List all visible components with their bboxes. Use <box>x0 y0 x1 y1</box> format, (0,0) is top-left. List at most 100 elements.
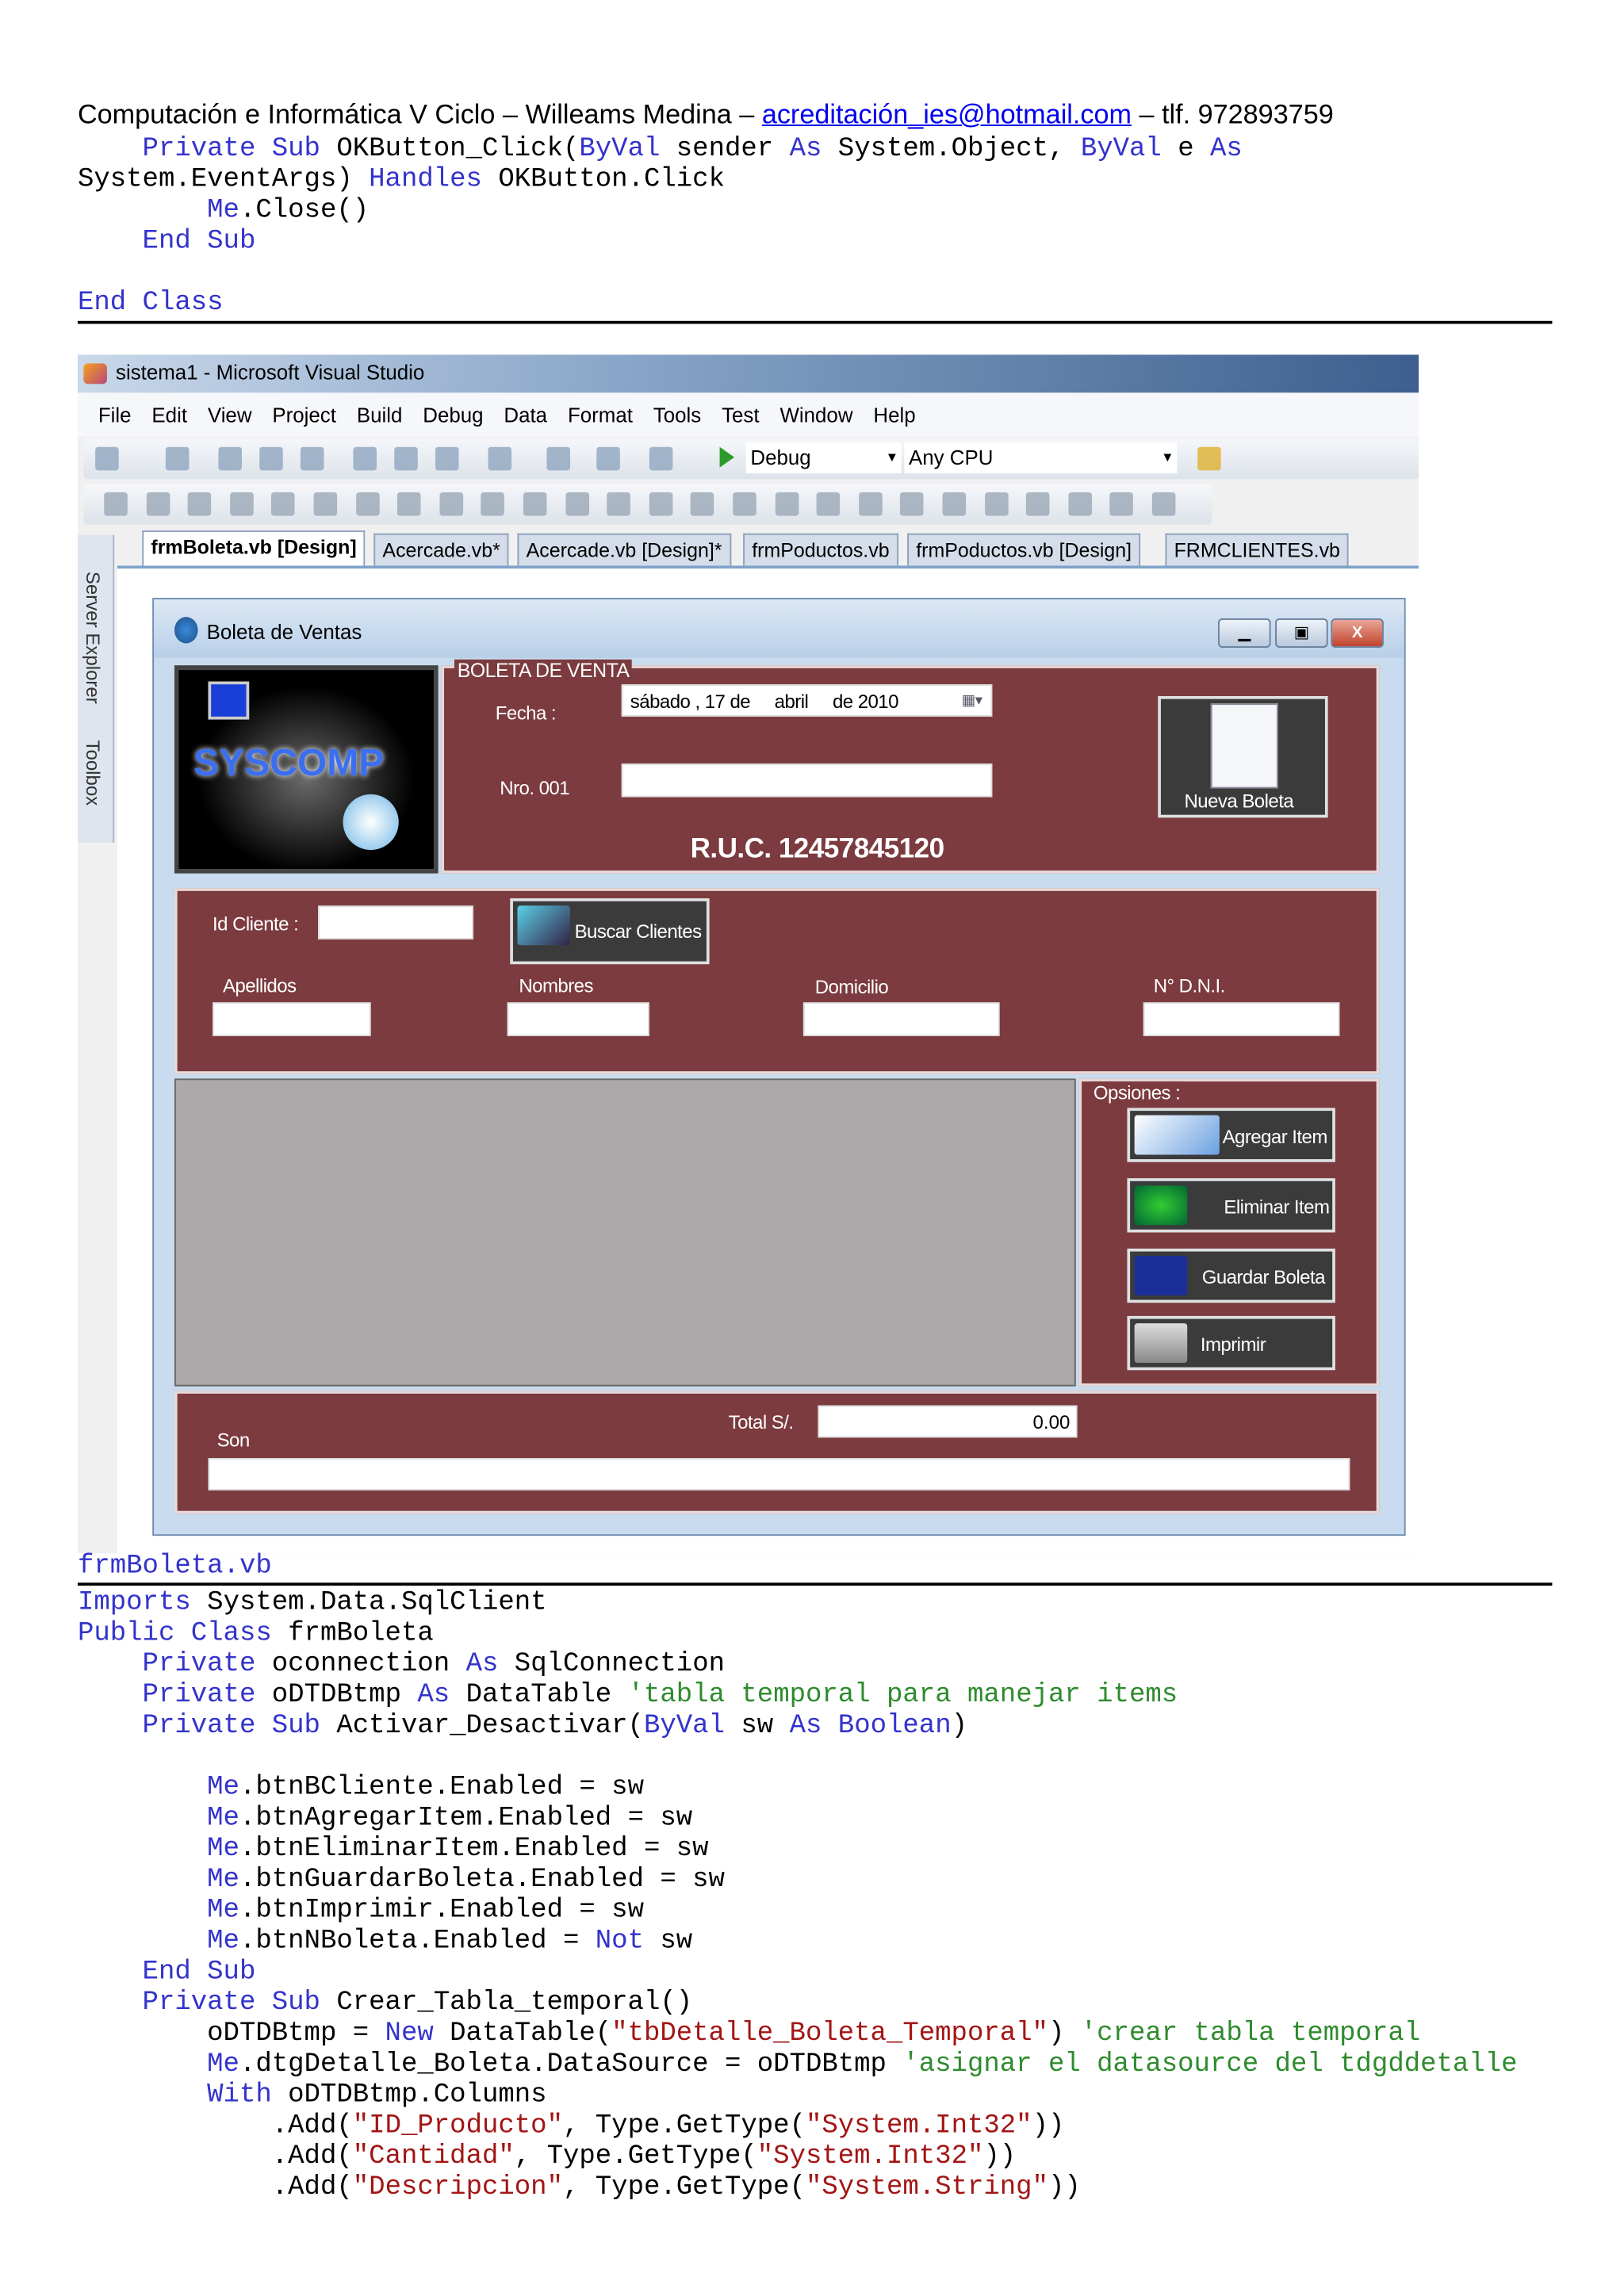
solution-config-select[interactable]: Debug ▼ <box>745 442 902 474</box>
toolbar-icon[interactable] <box>95 446 119 471</box>
layout-align-icon[interactable] <box>271 492 296 516</box>
minimize-button[interactable]: ▁ <box>1218 618 1271 648</box>
start-debug-icon[interactable] <box>719 446 735 468</box>
layout-align-icon[interactable] <box>355 492 379 516</box>
platform-select[interactable]: Any CPU ▼ <box>904 442 1178 474</box>
menu-build[interactable]: Build <box>357 403 403 427</box>
layout-align-icon[interactable] <box>942 492 967 516</box>
layout-align-icon[interactable] <box>1026 492 1050 516</box>
tab-document[interactable]: FRMCLIENTES.vb <box>1165 533 1350 566</box>
toolbar-icon[interactable] <box>218 446 242 471</box>
toolbar-icon[interactable] <box>353 446 377 471</box>
layout-align-icon[interactable] <box>523 492 547 516</box>
layout-align-icon[interactable] <box>733 492 756 516</box>
menu-edit[interactable]: Edit <box>151 403 187 427</box>
layout-align-icon[interactable] <box>481 492 505 516</box>
layout-align-icon[interactable] <box>649 492 673 516</box>
total-input[interactable]: 0.00 <box>818 1405 1078 1438</box>
form-title: Boleta de Ventas <box>206 619 362 644</box>
menu-debug[interactable]: Debug <box>423 403 483 427</box>
code-token: frmBoleta <box>271 1617 434 1649</box>
layout-align-icon[interactable] <box>229 492 254 516</box>
agregar-item-button[interactable]: Agregar Item <box>1127 1108 1335 1162</box>
code-token: OKButton_Click( <box>336 133 580 165</box>
toolbar-icon[interactable] <box>649 446 673 471</box>
calendar-dropdown-icon[interactable]: ▦▾ <box>962 686 982 717</box>
toolbar-icon[interactable] <box>596 446 620 471</box>
domicilio-input[interactable] <box>802 1002 1000 1036</box>
code-line: .Add("ID_Producto", Type.GetType("System… <box>78 2110 1518 2141</box>
dni-input[interactable] <box>1143 1002 1340 1036</box>
layout-align-icon[interactable] <box>104 492 128 516</box>
layout-align-icon[interactable] <box>1151 492 1176 516</box>
menu-tools[interactable]: Tools <box>653 403 701 427</box>
toolbar-icon[interactable] <box>435 446 459 471</box>
code-line: Me.btnNBoleta.Enabled = Not sw <box>78 1926 1518 1957</box>
layout-align-icon[interactable] <box>1068 492 1092 516</box>
server-explorer-tab[interactable]: Server Explorer <box>82 572 105 704</box>
tab-document[interactable]: frmPoductos.vb <box>743 533 898 566</box>
layout-align-icon[interactable] <box>607 492 631 516</box>
code-token: Not <box>595 1925 644 1957</box>
order-document-icon <box>1210 703 1278 789</box>
tab-document[interactable]: frmPoductos.vb [Design] <box>907 533 1141 566</box>
code-token: sender <box>660 133 790 165</box>
id-cliente-input[interactable] <box>318 905 474 939</box>
code-token: As Boolean <box>789 1710 952 1741</box>
layout-align-icon[interactable] <box>1109 492 1134 516</box>
code-token: .btnGuardarBoleta.Enabled = sw <box>239 1864 725 1895</box>
layout-align-icon[interactable] <box>397 492 421 516</box>
email-link[interactable]: acreditación_ies@hotmail.com <box>762 98 1132 129</box>
layout-align-icon[interactable] <box>858 492 883 516</box>
layout-align-icon[interactable] <box>146 492 170 516</box>
code-token: Private Sub <box>77 1987 320 2019</box>
imprimir-button[interactable]: Imprimir <box>1127 1315 1335 1371</box>
menu-test[interactable]: Test <box>722 403 759 427</box>
menu-view[interactable]: View <box>208 403 252 427</box>
menu-format[interactable]: Format <box>568 403 633 427</box>
layout-align-icon[interactable] <box>816 492 841 516</box>
vs-title-bar: sistema1 - Microsoft Visual Studio <box>77 354 1419 393</box>
layout-align-icon[interactable] <box>984 492 1008 516</box>
layout-align-icon[interactable] <box>900 492 925 516</box>
toolbar-icon[interactable] <box>488 446 512 471</box>
menu-help[interactable]: Help <box>873 403 915 427</box>
layout-align-icon[interactable] <box>439 492 463 516</box>
code-token: DataTable <box>450 1679 628 1711</box>
toolbar-icon[interactable] <box>300 446 324 471</box>
detalle-grid[interactable] <box>174 1078 1076 1387</box>
tab-document[interactable]: frmBoleta.vb [Design] <box>142 530 366 566</box>
layout-align-icon[interactable] <box>313 492 338 516</box>
guardar-boleta-button[interactable]: Guardar Boleta <box>1127 1248 1335 1303</box>
toolbox-tab[interactable]: Toolbox <box>82 740 105 806</box>
layout-align-icon[interactable] <box>691 492 714 516</box>
find-in-files-icon[interactable] <box>1197 446 1221 471</box>
layout-align-icon[interactable] <box>775 492 799 516</box>
code-token: , Type.GetType( <box>562 2172 806 2203</box>
buscar-clientes-button[interactable]: Buscar Clientes <box>510 898 710 965</box>
nombres-input[interactable] <box>507 1002 649 1036</box>
menu-file[interactable]: File <box>98 403 132 427</box>
eliminar-item-button[interactable]: Eliminar Item <box>1127 1178 1335 1233</box>
nro-input[interactable] <box>621 763 993 798</box>
nueva-boleta-button[interactable]: Nueva Boleta <box>1158 695 1328 818</box>
apellidos-input[interactable] <box>213 1002 371 1036</box>
maximize-button[interactable]: ▣ <box>1275 618 1328 648</box>
menu-project[interactable]: Project <box>272 403 336 427</box>
fecha-datepicker[interactable]: sábado , 17 de abril de 2010 ▦▾ <box>621 684 993 717</box>
close-button[interactable]: X <box>1331 618 1384 648</box>
menu-data[interactable]: Data <box>504 403 547 427</box>
toolbar-icon[interactable] <box>546 446 571 471</box>
tab-document[interactable]: Acercade.vb [Design]* <box>517 533 731 566</box>
toolbar-icon[interactable] <box>165 446 190 471</box>
total-panel: Total S/. 0.00 Son <box>174 1391 1380 1514</box>
tab-document[interactable]: Acercade.vb* <box>373 533 509 566</box>
menu-window[interactable]: Window <box>779 403 852 427</box>
layout-align-icon[interactable] <box>565 492 589 516</box>
code-token: .Close() <box>239 194 370 226</box>
son-input[interactable] <box>208 1458 1350 1490</box>
toolbar-icon[interactable] <box>259 446 283 471</box>
toolbar-icon[interactable] <box>394 446 418 471</box>
layout-align-icon[interactable] <box>187 492 212 516</box>
